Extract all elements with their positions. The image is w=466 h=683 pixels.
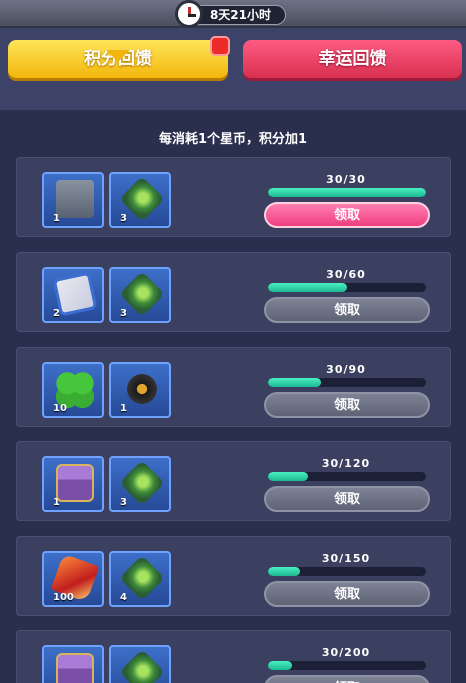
- progress-fill: [268, 661, 292, 670]
- progress-text: 30/120: [321, 457, 371, 470]
- progress-text: 30/150: [321, 552, 371, 565]
- item-count: 10: [53, 403, 67, 414]
- reward-item[interactable]: 100: [42, 551, 104, 607]
- reward-item[interactable]: 10: [42, 362, 104, 418]
- reward-row: 1 3 30/30 领取: [16, 157, 451, 237]
- selected-tab-arrow: [106, 50, 130, 62]
- claim-button[interactable]: 领取: [264, 202, 430, 228]
- progress-bar: [268, 283, 426, 292]
- reward-item[interactable]: 4: [109, 551, 171, 607]
- tank-icon: [119, 649, 165, 683]
- progress-fill: [268, 567, 300, 576]
- progress-text: 30/200: [321, 646, 371, 659]
- clock-icon: [175, 0, 203, 28]
- progress-bar: [268, 378, 426, 387]
- reward-item[interactable]: 1: [42, 456, 104, 512]
- item-count: 1: [53, 213, 60, 224]
- reward-row: 1 3 30/120 领取: [16, 441, 451, 521]
- claim-button[interactable]: 领取: [264, 297, 430, 323]
- tab-lucky-reward[interactable]: 幸运回馈: [243, 40, 462, 78]
- reward-item[interactable]: 3: [109, 456, 171, 512]
- item-count: 1: [53, 497, 60, 508]
- progress-fill: [268, 188, 426, 197]
- reward-row: 2 3 30/60 领取: [16, 252, 451, 332]
- machine-icon: [56, 180, 94, 218]
- reward-row: 10 1 30/90 领取: [16, 347, 451, 427]
- claim-button[interactable]: 领取: [264, 392, 430, 418]
- reward-item[interactable]: 1: [42, 172, 104, 228]
- progress-text: 30/30: [326, 173, 366, 186]
- progress-text: 30/90: [326, 363, 366, 376]
- progress-bar: [268, 567, 426, 576]
- header-edge: [0, 98, 466, 110]
- gear-icon: [123, 370, 161, 408]
- claim-button[interactable]: 领取: [264, 581, 430, 607]
- item-count: 4: [120, 592, 127, 603]
- reward-row: 30/200 领取: [16, 630, 451, 683]
- claim-button[interactable]: 领取: [264, 675, 430, 683]
- reward-item[interactable]: [109, 645, 171, 683]
- item-count: 1: [120, 403, 127, 414]
- reward-item[interactable]: 1: [109, 362, 171, 418]
- progress-bar: [268, 661, 426, 670]
- progress-bar: [268, 188, 426, 197]
- chest-icon: [56, 464, 94, 502]
- reward-item[interactable]: [42, 645, 104, 683]
- item-count: 2: [53, 308, 60, 319]
- item-count: 3: [120, 497, 127, 508]
- rule-text: 每消耗1个星币，积分加1: [158, 132, 308, 147]
- progress-fill: [268, 472, 308, 481]
- reward-item[interactable]: 2: [42, 267, 104, 323]
- reward-item[interactable]: 3: [109, 172, 171, 228]
- reward-item[interactable]: 3: [109, 267, 171, 323]
- item-count: 100: [53, 592, 74, 603]
- reward-row: 100 4 30/150 领取: [16, 536, 451, 616]
- item-count: 3: [120, 308, 127, 319]
- claim-button[interactable]: 领取: [264, 486, 430, 512]
- notification-dot: [210, 36, 230, 56]
- item-count: 3: [120, 213, 127, 224]
- progress-text: 30/60: [326, 268, 366, 281]
- progress-fill: [268, 283, 347, 292]
- progress-bar: [268, 472, 426, 481]
- chest-icon: [56, 653, 94, 683]
- progress-fill: [268, 378, 321, 387]
